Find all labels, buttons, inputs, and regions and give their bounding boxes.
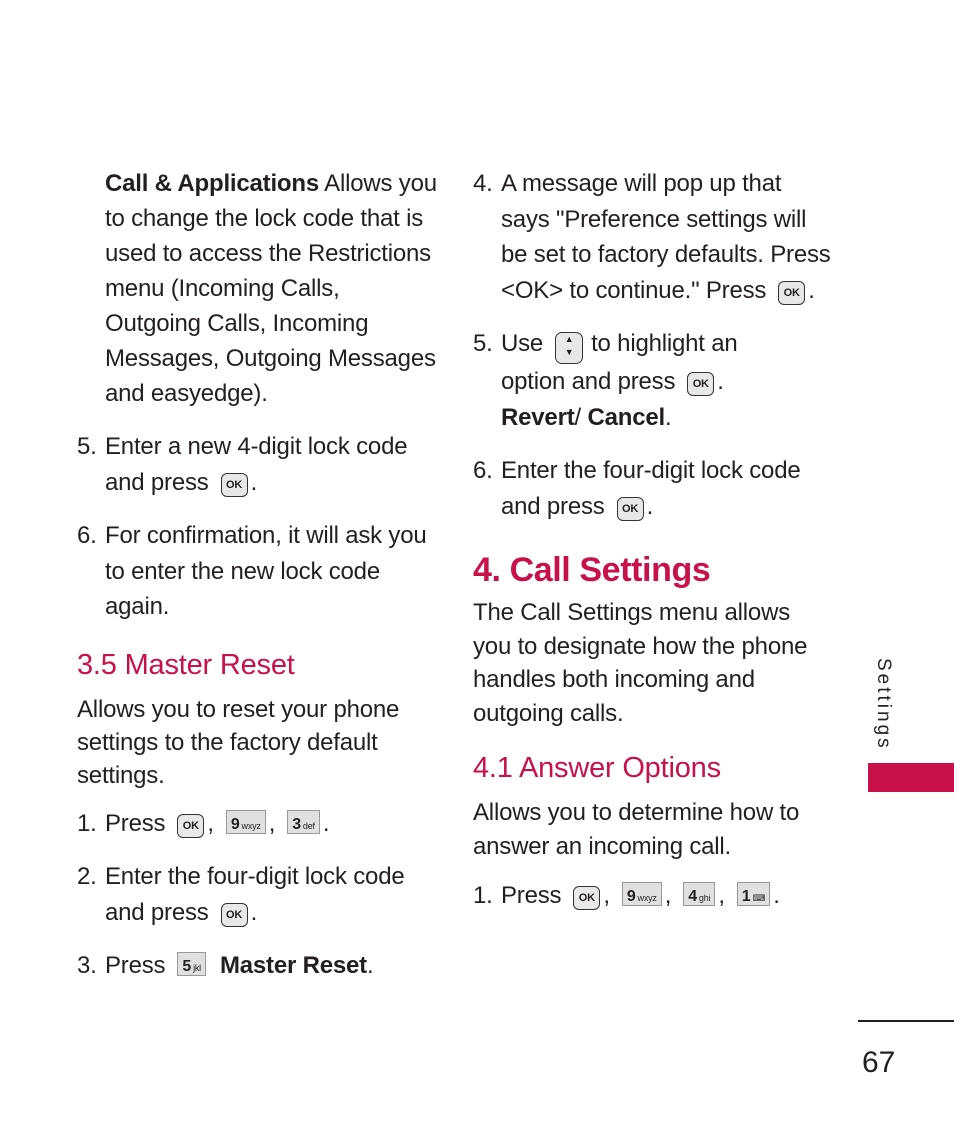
page-number: 67 (862, 1046, 896, 1079)
key-digit: 1 (741, 888, 751, 905)
answer-options-heading: 4.1 Answer Options (473, 752, 721, 784)
master-reset-term: Master Reset (219, 952, 367, 979)
punct: . (664, 403, 672, 431)
answer-options-step-1: 1. Press OK, 9 wxyz, 4 ghi, 1 ⌨. (473, 878, 861, 914)
step-text: Use (501, 330, 544, 357)
key-digit: 5 (182, 958, 192, 975)
key-3-icon: 3 def (287, 809, 320, 834)
step-text: Press (105, 809, 166, 837)
key-letters: ghi (698, 893, 711, 903)
step-number: 6. (77, 522, 97, 549)
step-number: 1. (77, 809, 97, 837)
section-tab-label: Settings (873, 658, 894, 751)
punct: . (250, 468, 258, 496)
master-reset-step-5: 5. Use ▲ ▼ to highlight an option and press O… (473, 326, 801, 435)
key-digit: 9 (230, 815, 240, 833)
punct: / (574, 403, 588, 431)
key-letters: wxyz (241, 820, 261, 831)
ok-key-icon: OK (220, 902, 248, 927)
punct: . (250, 898, 258, 926)
key-letters: jkl (193, 963, 201, 973)
footer-rule (858, 1020, 954, 1022)
cancel-option: Cancel (587, 403, 665, 431)
master-reset-step-2: 2. Enter the four-digit lock code and pre… (77, 859, 437, 930)
ok-key-icon: OK (177, 813, 205, 838)
key-letters: def (302, 820, 315, 831)
master-reset-step-1: 1. Press OK, 9 wxyz, 3 def. (77, 806, 437, 842)
step-number: 6. (473, 457, 493, 484)
arrow-down-icon: ▼ (564, 347, 574, 357)
punct: , (603, 882, 610, 909)
step-text: For confirmation, it will ask you to ent… (105, 522, 427, 620)
step-number: 3. (77, 952, 97, 979)
key-letters: wxyz (637, 893, 657, 903)
key-4-icon: 4 ghi (683, 882, 716, 906)
left-column: Call & Applications Allows you to change… (77, 166, 437, 984)
call-applications-text: Allows you to change the lock code that … (105, 170, 437, 407)
call-settings-description: The Call Settings menu allows you to des… (473, 599, 808, 727)
punct: , (718, 882, 725, 909)
section-tab-marker (868, 763, 954, 792)
key-digit: 3 (292, 815, 301, 833)
punct: . (773, 882, 780, 909)
master-reset-step-3: 3. Press 5 jkl Master Reset. (77, 948, 437, 984)
step-5-lock-code: 5. Enter a new 4-digit lock code and pres… (77, 429, 437, 500)
revert-option: Revert (501, 403, 575, 431)
punct: , (664, 882, 672, 909)
punct: . (646, 492, 654, 520)
master-reset-description: Allows you to reset your phone settings … (77, 695, 400, 789)
punct: . (322, 809, 330, 837)
step-text: Press (501, 882, 562, 909)
right-column: 4. A message will pop up that says "Prefe… (473, 166, 833, 914)
step-6-confirmation: 6. For confirmation, it will ask you to e… (77, 518, 437, 625)
answer-options-description: Allows you to determine how to answer an… (473, 799, 800, 860)
call-applications-term: Call & Applications (105, 170, 320, 197)
step-number: 5. (473, 330, 493, 357)
voicemail-icon: ⌨ (752, 893, 766, 903)
step-text: Press (105, 952, 166, 979)
ok-key-icon: OK (778, 280, 806, 305)
key-9-icon: 9 wxyz (621, 882, 662, 906)
step-number: 1. (473, 882, 493, 909)
key-5-icon: 5 jkl (177, 952, 206, 976)
call-settings-heading: 4. Call Settings (473, 551, 711, 589)
ok-key-icon: OK (573, 886, 601, 910)
punct: . (808, 276, 815, 304)
step-number: 2. (77, 863, 97, 890)
arrow-up-icon: ▲ (564, 334, 574, 344)
master-reset-step-6: 6. Enter the four-digit lock code and pre… (473, 453, 833, 524)
nav-up-down-key-icon: ▲ ▼ (555, 332, 584, 364)
punct: , (268, 809, 276, 837)
master-reset-step-4: 4. A message will pop up that says "Prefe… (473, 166, 831, 308)
punct: . (717, 368, 724, 395)
ok-key-icon: OK (687, 372, 715, 396)
ok-key-icon: OK (220, 472, 248, 497)
key-digit: 4 (688, 888, 697, 905)
key-9-icon: 9 wxyz (225, 809, 266, 834)
key-1-voicemail-icon: 1 ⌨ (736, 882, 771, 906)
key-digit: 9 (626, 888, 636, 905)
step-number: 5. (77, 433, 97, 460)
call-applications-paragraph: Call & Applications Allows you to change… (77, 166, 437, 411)
punct: , (207, 809, 214, 837)
punct: . (366, 952, 374, 979)
ok-key-icon: OK (616, 496, 644, 521)
step-number: 4. (473, 170, 493, 197)
master-reset-heading: 3.5 Master Reset (77, 648, 295, 681)
